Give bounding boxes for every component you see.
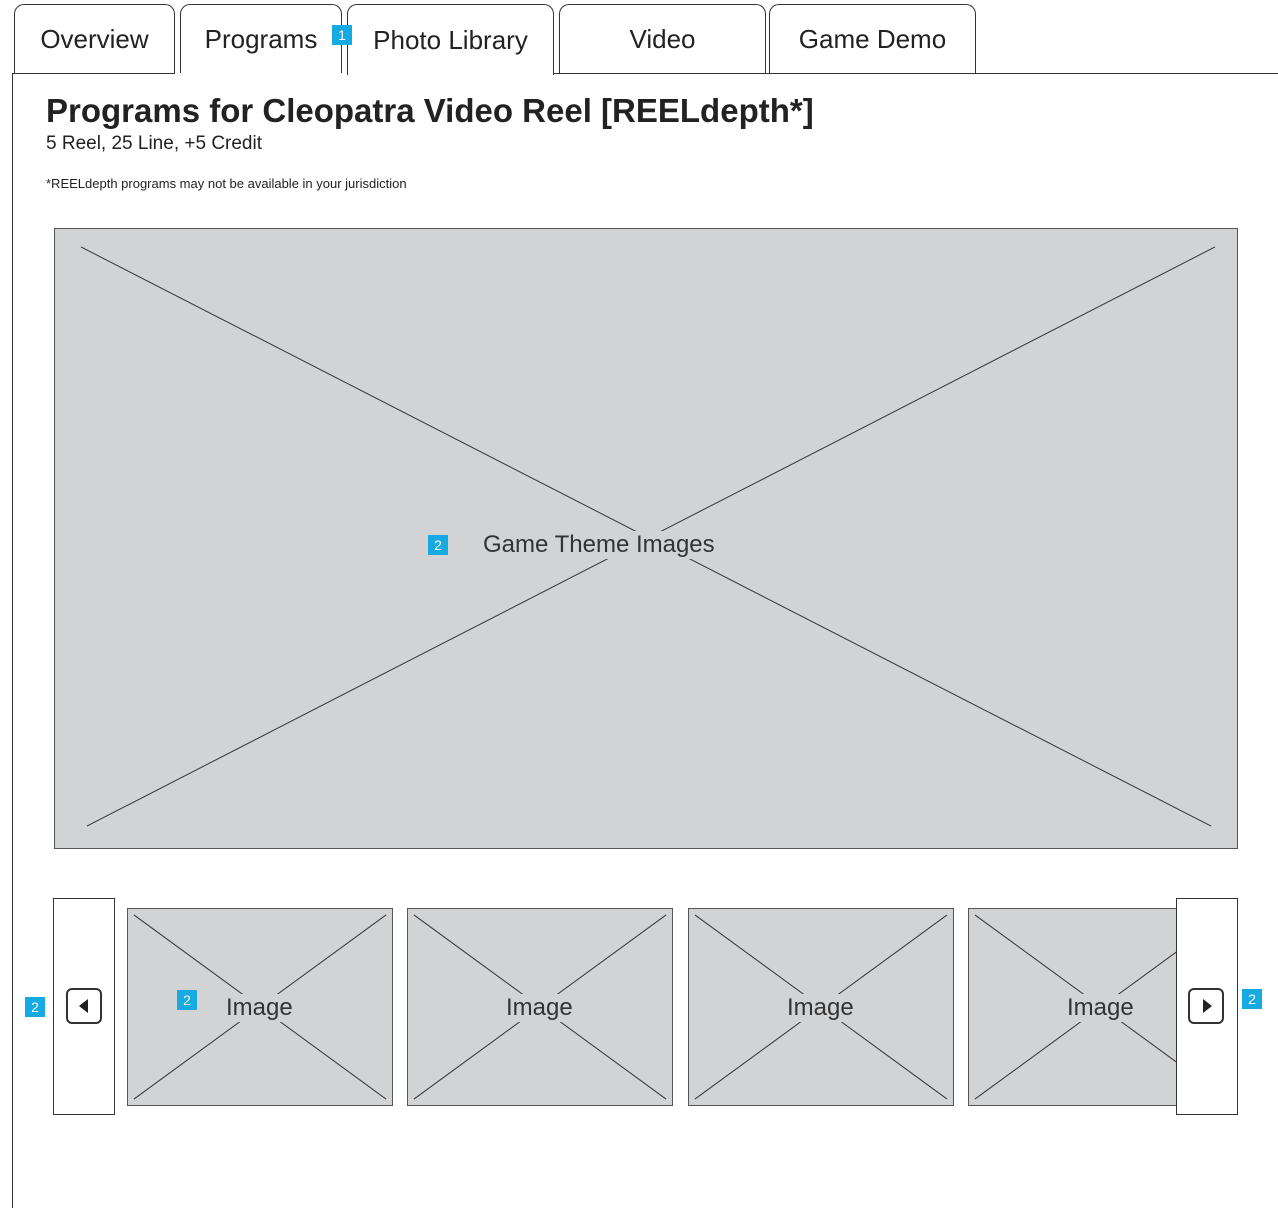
tab-label: Programs [204, 23, 318, 54]
annotation-marker: 2 [428, 535, 448, 555]
photo-library-page: Overview Programs Photo Library Video Ga… [0, 0, 1278, 1208]
content-frame-border [12, 73, 13, 1208]
thumbnail-3[interactable]: Image [688, 908, 954, 1106]
jurisdiction-note: *REELdepth programs may not be available… [46, 176, 407, 191]
tab-label: Video [629, 23, 696, 54]
tab-label: Photo Library [373, 24, 528, 55]
tab-programs[interactable]: Programs [180, 4, 342, 73]
tab-video[interactable]: Video [559, 4, 766, 73]
annotation-marker: 2 [1242, 989, 1262, 1009]
thumbnail-label: Image [779, 994, 862, 1022]
thumbnail-label: Image [498, 994, 581, 1022]
thumbnail-label: Image [1059, 994, 1142, 1022]
thumbnail-1[interactable]: Image 2 [127, 908, 393, 1106]
annotation-marker: 1 [332, 25, 352, 45]
tab-label: Game Demo [798, 23, 947, 54]
carousel-prev-button[interactable] [66, 988, 102, 1024]
tab-game-demo[interactable]: Game Demo [769, 4, 976, 73]
chevron-left-icon [78, 999, 88, 1013]
thumbnail-2[interactable]: Image [407, 908, 673, 1106]
page-subtitle: 5 Reel, 25 Line, +5 Credit [46, 133, 262, 154]
annotation-marker: 2 [25, 997, 45, 1017]
tab-bar-baseline-left [12, 73, 175, 74]
tab-label: Overview [40, 23, 149, 54]
tab-overview[interactable]: Overview [14, 4, 175, 73]
page-title: Programs for Cleopatra Video Reel [REELd… [46, 92, 814, 129]
thumbnail-label: Image [218, 994, 301, 1022]
chevron-right-icon [1202, 999, 1212, 1013]
main-image-label: Game Theme Images [475, 531, 723, 559]
annotation-marker: 2 [177, 990, 197, 1010]
main-image-placeholder[interactable]: Game Theme Images 2 [54, 228, 1238, 849]
tab-photo-library[interactable]: Photo Library [347, 4, 554, 75]
carousel-next-button[interactable] [1188, 988, 1224, 1024]
tab-bar-baseline-right [554, 73, 1278, 74]
